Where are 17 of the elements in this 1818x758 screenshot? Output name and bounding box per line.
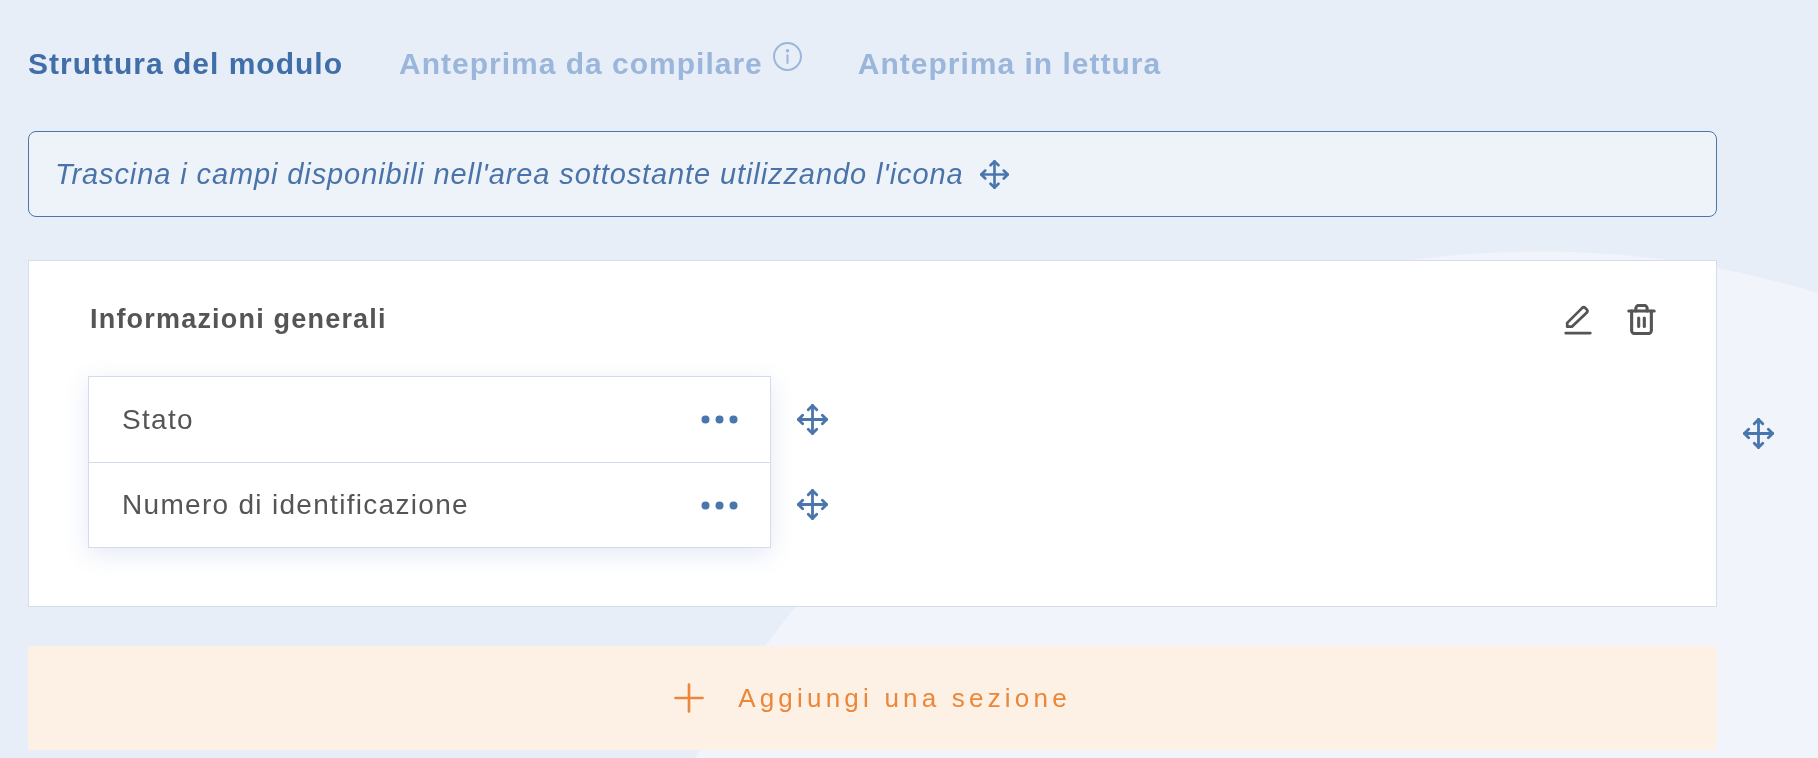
- move-icon[interactable]: [797, 404, 828, 435]
- hint-text: Trascina i campi disponibili nell'area sottostante utilizzando l'icona: [55, 157, 964, 191]
- move-icon[interactable]: [979, 159, 1009, 189]
- tab[interactable]: Anteprima da compilare: [399, 44, 802, 82]
- add-section-button[interactable]: Aggiungi una sezione: [28, 646, 1717, 750]
- trash-icon[interactable]: [1627, 303, 1656, 335]
- tab[interactable]: Anteprima in lettura: [857, 44, 1162, 82]
- field-label: Stato: [122, 403, 194, 436]
- plus-icon: [674, 683, 705, 713]
- field-label: Numero di identificazione: [122, 489, 469, 521]
- more-options-icon[interactable]: [701, 500, 738, 510]
- move-icon[interactable]: [1743, 418, 1774, 449]
- more-options-icon[interactable]: [701, 415, 738, 424]
- section-title: Informazioni generali: [90, 303, 387, 335]
- move-icon[interactable]: [797, 489, 828, 520]
- tab[interactable]: Struttura del modulo: [28, 44, 343, 82]
- pencil-icon[interactable]: [1564, 303, 1592, 335]
